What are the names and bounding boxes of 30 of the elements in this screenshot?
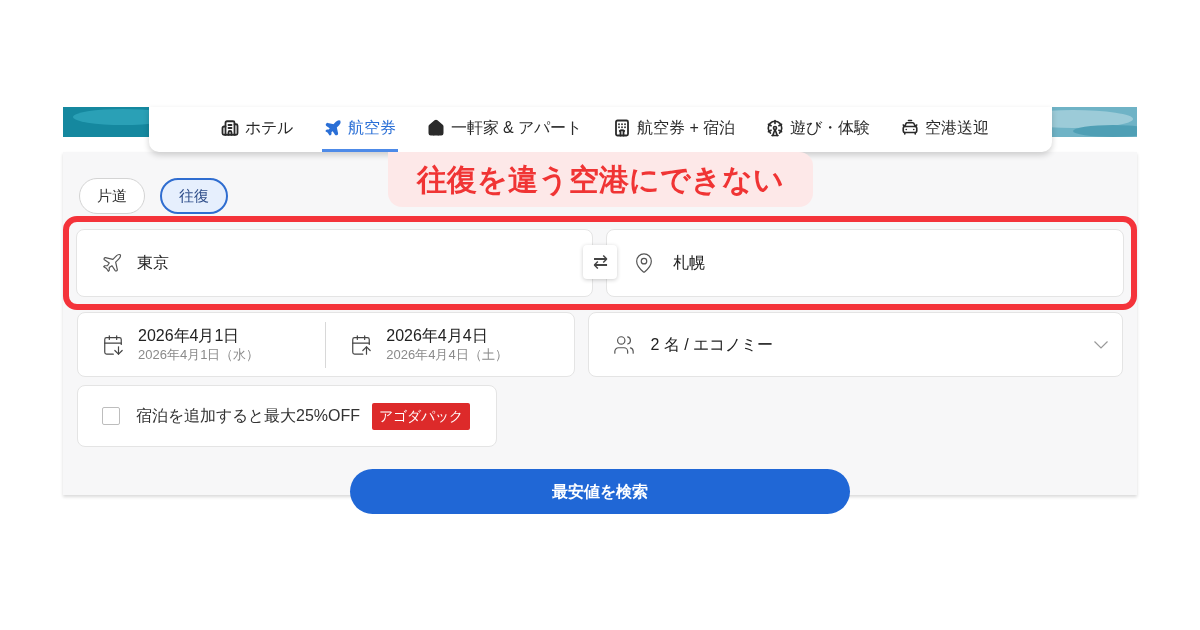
destination-value: 札幌 xyxy=(672,253,705,273)
calendar-icon xyxy=(102,333,124,356)
category-tab[interactable]: ホテル xyxy=(218,107,295,152)
calendar-icon xyxy=(350,333,373,356)
airplane-icon xyxy=(323,119,342,137)
date-button[interactable]: 2026年4月1日 2026年4月1日（水） xyxy=(138,325,260,364)
checkbox[interactable] xyxy=(102,407,120,425)
travelers-dropdown[interactable]: 2 名 / エコノミー xyxy=(587,312,1123,377)
search-button[interactable]: 最安値を検索 xyxy=(350,469,850,514)
date-button[interactable]: 2026年4月4日 2026年4月4日（土） xyxy=(386,325,508,364)
category-tab[interactable]: 空港送迎 xyxy=(899,107,992,152)
trip-type-chip[interactable]: 往復 xyxy=(160,178,228,214)
hotel-icon xyxy=(613,119,632,137)
origin-value: 東京 xyxy=(137,253,169,273)
trip-type-chip[interactable]: 片道 xyxy=(79,178,145,214)
house-icon xyxy=(426,119,445,137)
ferris-wheel-icon xyxy=(766,119,785,137)
annotation-callout: 往復を違う空港にできない xyxy=(388,152,813,207)
origin-field[interactable]: 東京 xyxy=(76,229,593,297)
chevron-down-icon xyxy=(1094,340,1108,349)
car-icon xyxy=(901,119,920,137)
building-icon xyxy=(220,119,239,137)
airplane-icon xyxy=(101,252,123,274)
people-icon xyxy=(612,333,635,356)
swap-button[interactable]: ⇄ xyxy=(583,245,617,279)
category-tab[interactable]: 航空券 + 宿泊 xyxy=(611,107,738,152)
package-badge: アゴダパック xyxy=(372,402,470,430)
category-tab[interactable]: 遊び・体験 xyxy=(764,107,873,152)
package-label: 宿泊を追加すると最大25%OFF xyxy=(136,406,360,426)
category-tab[interactable]: 一軒家 & アパート xyxy=(424,107,585,152)
